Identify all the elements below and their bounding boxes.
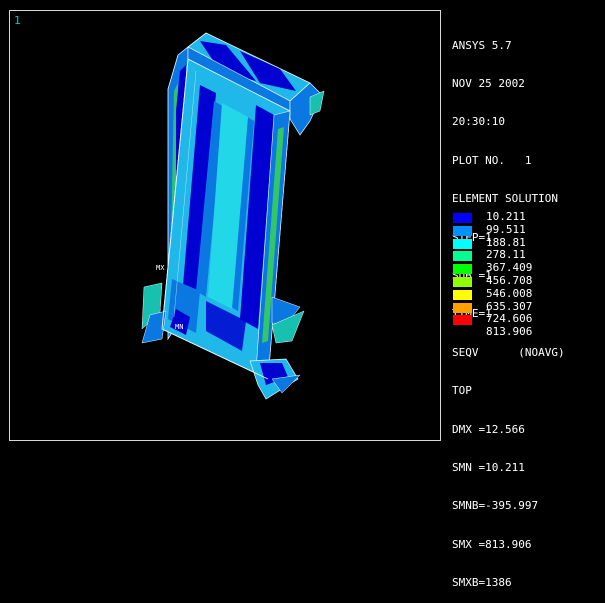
info-program: ANSYS 5.7 (452, 38, 512, 52)
info-smx: SMX =813.906 (452, 537, 532, 551)
info-smn: SMN =10.211 (452, 460, 525, 474)
info-solution-type: ELEMENT SOLUTION (452, 192, 558, 206)
model-viewport[interactable] (10, 11, 440, 440)
legend-swatch (453, 302, 472, 313)
info-smnb: SMNB=-395.997 (452, 499, 539, 513)
legend-swatch (453, 213, 472, 223)
max-marker-label: MX (156, 264, 165, 272)
legend-row: 546.008 (452, 286, 602, 301)
legend-label: 546.008 (486, 286, 533, 300)
info-date: NOV 25 2002 (452, 76, 525, 90)
legend-swatch (453, 276, 472, 287)
legend-label: 99.511 (486, 222, 526, 236)
legend-swatch (453, 251, 472, 262)
info-shell-layer: TOP (452, 384, 472, 398)
legend-swatch (453, 238, 472, 249)
info-result-item: SEQV (NOAVG) (452, 345, 565, 359)
info-dmx: DMX =12.566 (452, 422, 525, 436)
legend-row: 456.708 (452, 273, 602, 288)
legend-swatch (453, 289, 472, 300)
legend-row: 99.511 (452, 222, 602, 237)
legend-swatch (453, 315, 472, 326)
info-time: 20:30:10 (452, 115, 505, 129)
legend-swatch (453, 264, 472, 275)
legend-max-label: 813.906 (486, 325, 533, 339)
info-smxb: SMXB=1386 (452, 576, 512, 590)
min-marker-label: MN (175, 323, 184, 331)
legend-label: 456.708 (486, 273, 533, 287)
legend-row: 188.81 (452, 236, 602, 250)
legend-row: 10.211 (452, 210, 602, 224)
legend-label: 10.211 (486, 210, 526, 223)
legend-row: 813.906 (452, 325, 602, 339)
legend-swatch (453, 225, 472, 236)
contour-legend: 10.211 99.511 188.81 278.11 367.409 456.… (452, 210, 602, 339)
info-plot-number: PLOT NO. 1 (452, 153, 532, 167)
